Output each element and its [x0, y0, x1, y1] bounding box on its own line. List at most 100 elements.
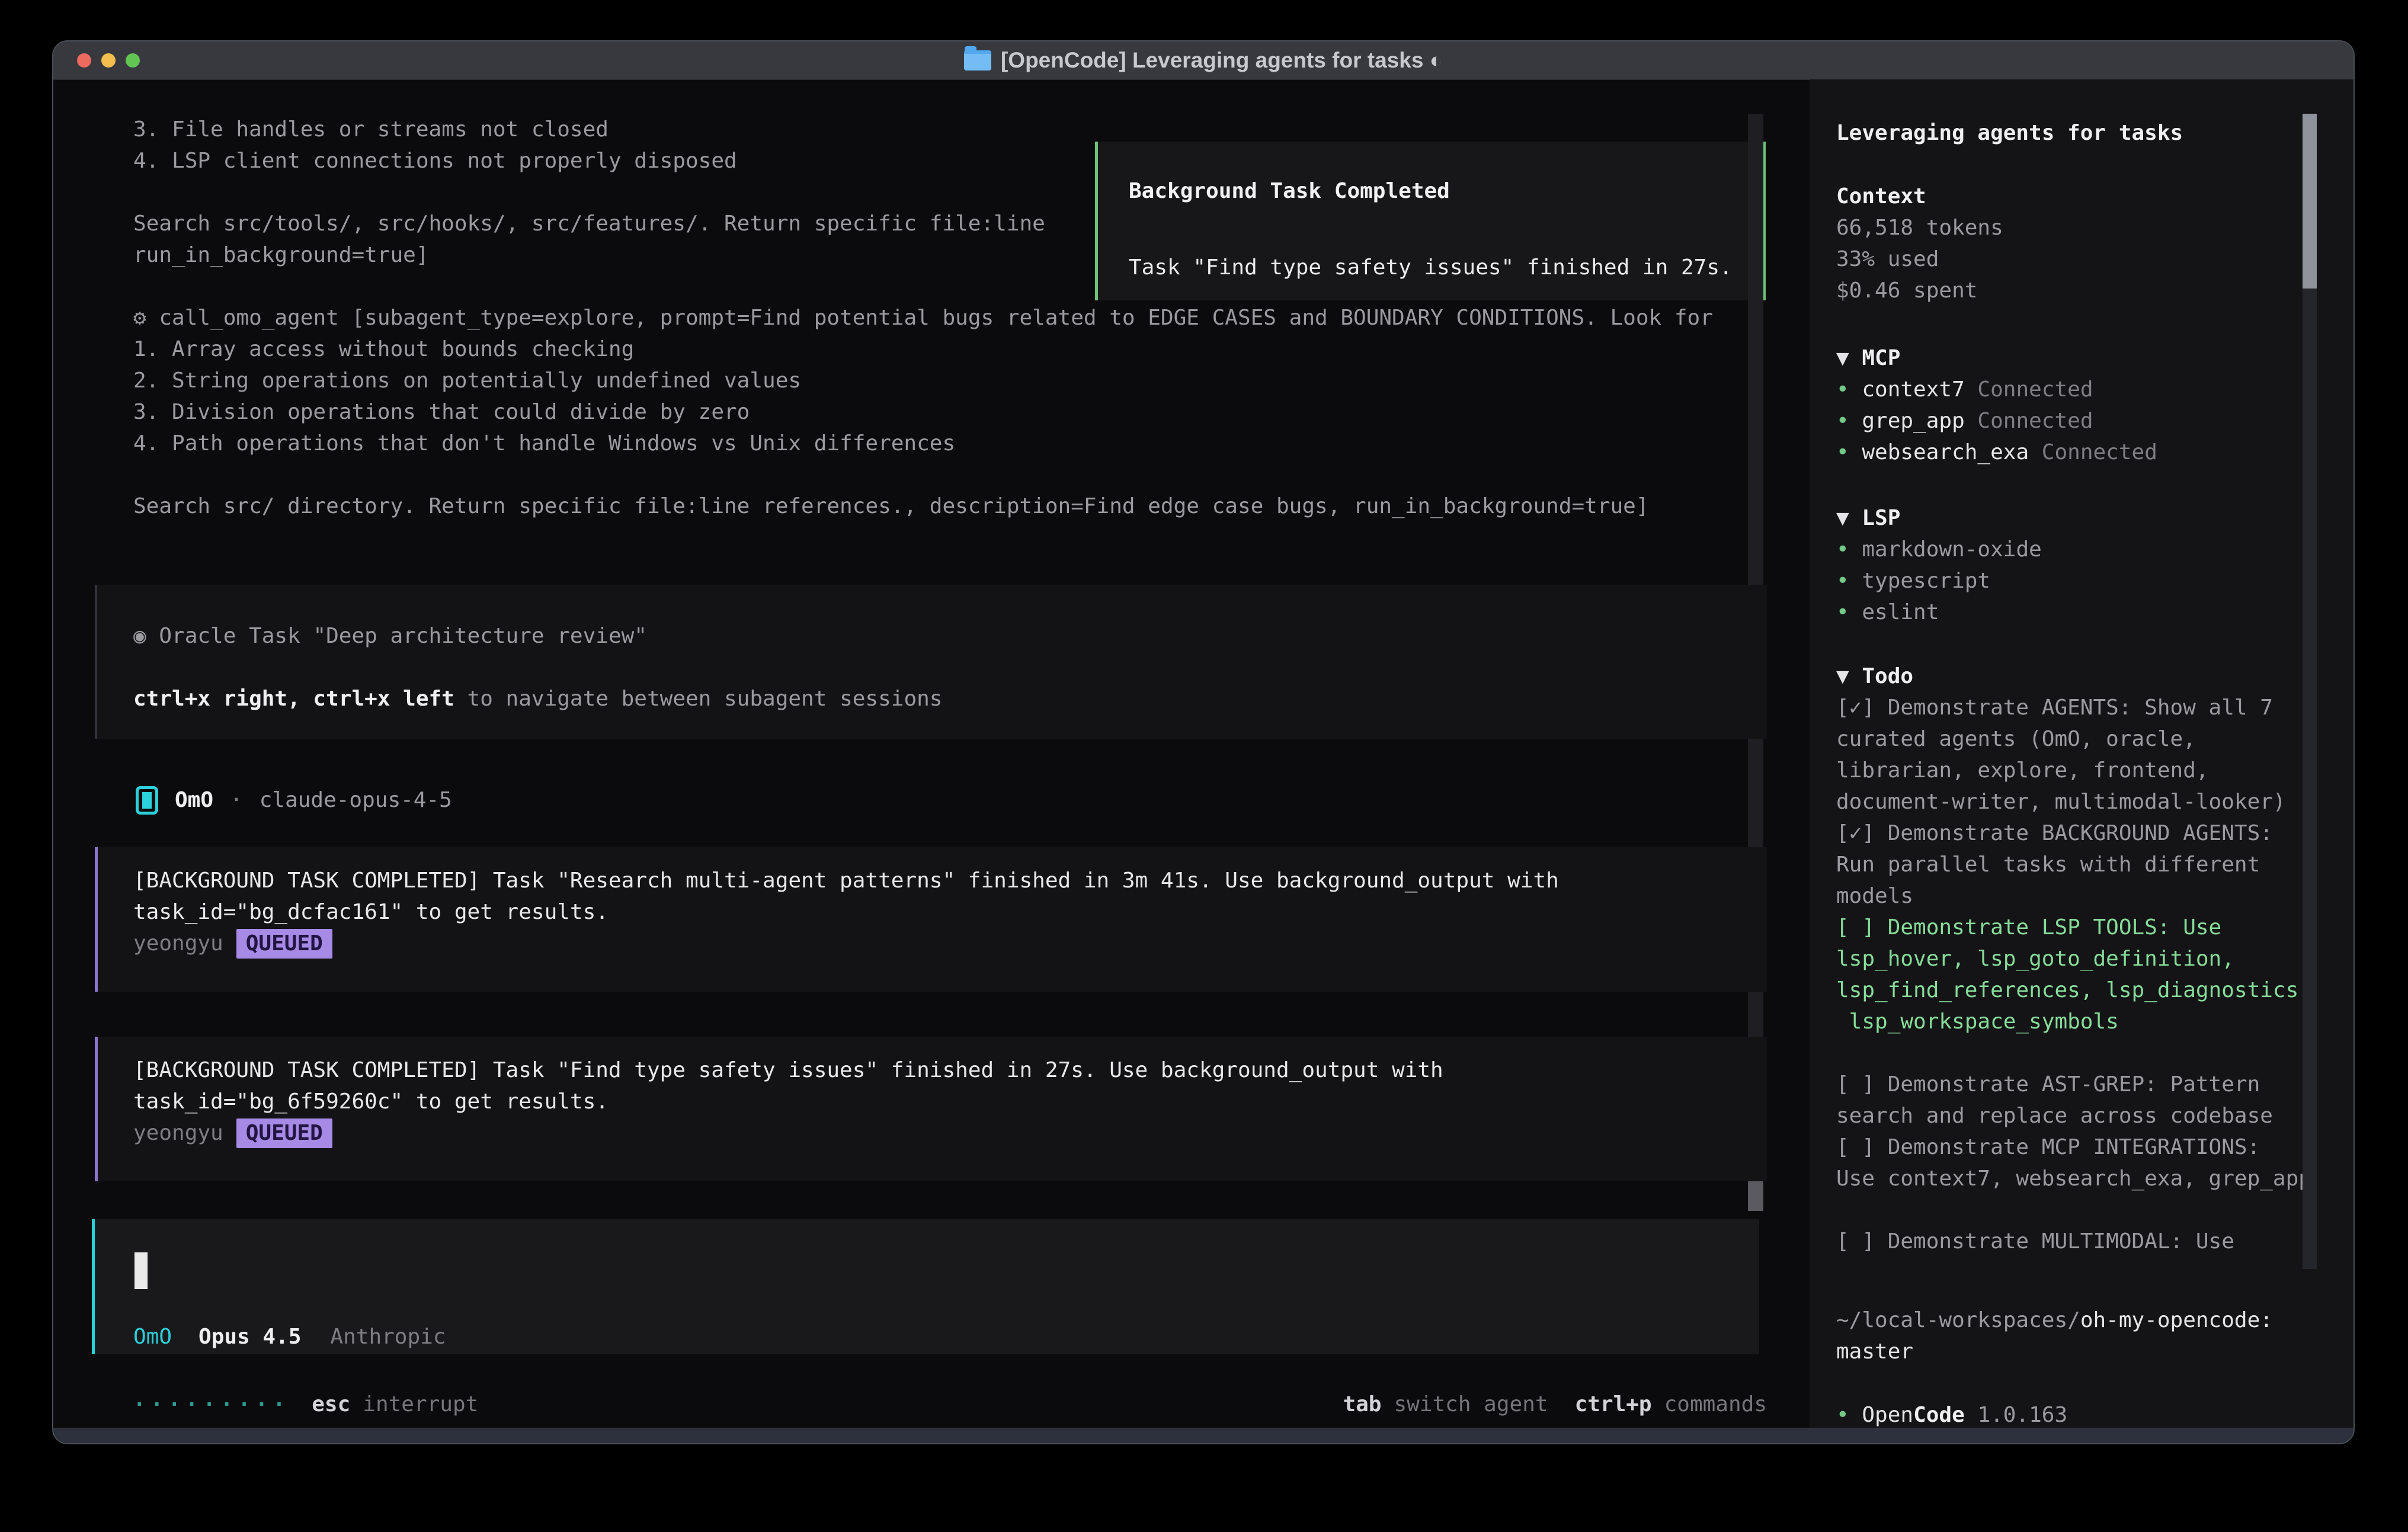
- agent-name: OmO: [175, 788, 213, 812]
- section-header-mcp: ▼ MCP: [1836, 342, 2157, 374]
- text-segment: document-writer, multimodal-looker): [1836, 790, 2286, 814]
- text-line: curated agents (OmO, oracle,: [1836, 723, 2311, 755]
- text-line: $0.46 spent: [1836, 275, 2003, 306]
- text-line: Leveraging agents for tasks: [1836, 117, 2183, 149]
- task-meta-row: yeongyu QUEUED: [133, 1117, 1767, 1149]
- agent-separator: ·: [230, 788, 243, 812]
- text-line: models: [1836, 880, 2311, 912]
- text-segment: 4. LSP client connections not properly d…: [133, 149, 737, 173]
- status-dot-icon: •: [1836, 600, 1862, 624]
- text-segment: Context: [1836, 184, 1926, 209]
- task-message-panel: [BACKGROUND TASK COMPLETED] Task "Resear…: [95, 847, 1767, 992]
- queued-badge: QUEUED: [236, 929, 332, 959]
- window-bottom-edge: [53, 1428, 2353, 1443]
- text-line: [1836, 1194, 2311, 1226]
- text-segment: [ ] Demonstrate LSP TOOLS: Use: [1836, 915, 2221, 940]
- text-line: Use context7, websearch_exa, grep_app: [1836, 1163, 2311, 1194]
- status-bar: ········· esc interrupt tab switch agent…: [133, 1389, 1767, 1420]
- text-segment: [ ] Demonstrate MCP INTEGRATIONS:: [1836, 1135, 2260, 1159]
- text-segment: search and replace across codebase: [1836, 1104, 2273, 1128]
- text-line: 3. File handles or streams not closed: [133, 114, 1713, 145]
- prompt-input[interactable]: OmO Opus 4.5 Anthropic: [92, 1219, 1759, 1354]
- text-segment: run_in_background=true]: [133, 243, 429, 267]
- text-segment: Code: [1913, 1403, 1965, 1427]
- esc-key-hint: esc: [312, 1392, 350, 1416]
- text-segment: [✓] Demonstrate AGENTS: Show all 7: [1836, 696, 2273, 720]
- text-segment: websearch_exa: [1862, 440, 2029, 464]
- text-line: Run parallel tasks with different: [1836, 849, 2311, 880]
- task-message-line: [BACKGROUND TASK COMPLETED] Task "Find t…: [133, 1055, 1767, 1086]
- oracle-subagent-panel: ◉ Oracle Task "Deep architecture review"…: [95, 585, 1767, 739]
- window-title-text: [OpenCode] Leveraging agents for tasks ◐: [1001, 48, 1443, 73]
- status-left: ········· esc interrupt: [133, 1392, 478, 1416]
- text-line: • markdown-oxide: [1836, 534, 2042, 565]
- text-segment: ~/local-workspaces/: [1836, 1308, 2080, 1332]
- text-segment: [ ] Demonstrate AST-GREP: Pattern: [1836, 1072, 2260, 1097]
- text-segment: Connected: [2029, 440, 2157, 464]
- tab-action-label: switch agent: [1394, 1392, 1548, 1416]
- text-segment: eslint: [1862, 600, 1939, 624]
- text-line: 4. Path operations that don't handle Win…: [133, 428, 1713, 459]
- text-segment: curated agents (OmO, oracle,: [1836, 727, 2196, 751]
- input-provider-name: Anthropic: [330, 1325, 446, 1349]
- status-dot-icon: •: [1836, 409, 1862, 433]
- text-line: document-writer, multimodal-looker): [1836, 786, 2311, 818]
- text-segment: 33% used: [1836, 247, 1939, 271]
- text-line: [ ] Demonstrate MULTIMODAL: Use: [1836, 1226, 2311, 1257]
- input-agent-name: OmO: [133, 1325, 172, 1349]
- queued-badge: QUEUED: [236, 1118, 332, 1148]
- text-line: [133, 652, 1767, 683]
- text-line: librarian, explore, frontend,: [1836, 755, 2311, 786]
- text-segment: Run parallel tasks with different: [1836, 852, 2260, 877]
- text-line: • grep_app Connected: [1836, 405, 2157, 437]
- text-line: lsp_workspace_symbols: [1836, 1006, 2311, 1037]
- text-line: 1. Array access without bounds checking: [133, 334, 1713, 365]
- text-segment: 1.0.163: [1965, 1403, 2067, 1427]
- text-line: lsp_hover, lsp_goto_definition,: [1836, 943, 2311, 975]
- text-segment: to navigate between subagent sessions: [454, 687, 943, 711]
- gear-icon: ⚙: [133, 306, 146, 330]
- toast-title: Background Task Completed: [1129, 178, 1763, 204]
- text-segment: 1. Array access without bounds checking: [133, 337, 634, 361]
- status-dot-icon: •: [1836, 440, 1862, 464]
- esc-action-label: interrupt: [363, 1392, 478, 1416]
- text-line: 66,518 tokens: [1836, 212, 2003, 243]
- text-line: • typescript: [1836, 565, 2042, 597]
- text-line: [ ] Demonstrate AST-GREP: Pattern: [1836, 1069, 2311, 1100]
- omo-agent-icon: [136, 786, 158, 815]
- text-line: search and replace across codebase: [1836, 1100, 2311, 1132]
- title-bar[interactable]: [OpenCode] Leveraging agents for tasks ◐: [53, 41, 2353, 80]
- text-line: • context7 Connected: [1836, 374, 2157, 405]
- tab-key-hint: tab: [1343, 1392, 1381, 1416]
- ctrlp-key-hint: ctrl+p: [1575, 1392, 1652, 1416]
- text-line: • eslint: [1836, 597, 2042, 628]
- task-message-line: task_id="bg_6f59260c" to get results.: [133, 1086, 1767, 1117]
- task-author: yeongyu: [133, 931, 223, 956]
- workspace-path: ~/local-workspaces/oh-my-opencode:: [1836, 1305, 2273, 1336]
- subagent-nav-hint: ctrl+x right, ctrl+x left to navigate be…: [133, 683, 1767, 714]
- text-segment: markdown-oxide: [1862, 537, 2041, 562]
- sidebar-scrollbar-track[interactable]: [2303, 114, 2317, 1269]
- text-line: [✓] Demonstrate AGENTS: Show all 7: [1836, 692, 2311, 723]
- session-sidebar: Leveraging agents for tasks Context 66,51…: [1810, 79, 2355, 1430]
- status-dot-icon: •: [1836, 537, 1862, 562]
- task-message-line: task_id="bg_dcfac161" to get results.: [133, 896, 1767, 928]
- text-line: 3. Division operations that could divide…: [133, 396, 1713, 428]
- sidebar-lsp-section: ▼ LSP• markdown-oxide• typescript• eslin…: [1836, 502, 2042, 628]
- text-segment: Use context7, websearch_exa, grep_app: [1836, 1166, 2311, 1191]
- sidebar-scrollbar-thumb[interactable]: [2303, 114, 2317, 289]
- app-version: • OpenCode 1.0.163: [1836, 1399, 2067, 1431]
- text-line: [1836, 1037, 2311, 1069]
- sidebar-mcp-section: ▼ MCP• context7 Connected• grep_app Conn…: [1836, 342, 2157, 468]
- text-line: 33% used: [1836, 243, 2003, 275]
- text-segment: 3. File handles or streams not closed: [133, 117, 609, 142]
- agent-model: claude-opus-4-5: [260, 788, 452, 812]
- text-line: 2. String operations on potentially unde…: [133, 365, 1713, 396]
- text-segment: Todo: [1862, 664, 1913, 688]
- main-scrollbar-thumb[interactable]: [1748, 1177, 1763, 1211]
- text-segment: models: [1836, 884, 1913, 908]
- text-segment: Oracle Task "Deep architecture review": [146, 624, 647, 648]
- text-line: Search src/ directory. Return specific f…: [133, 491, 1713, 522]
- ctrlp-action-label: commands: [1664, 1392, 1767, 1416]
- text-segment: [ ] Demonstrate MULTIMODAL: Use: [1836, 1229, 2234, 1254]
